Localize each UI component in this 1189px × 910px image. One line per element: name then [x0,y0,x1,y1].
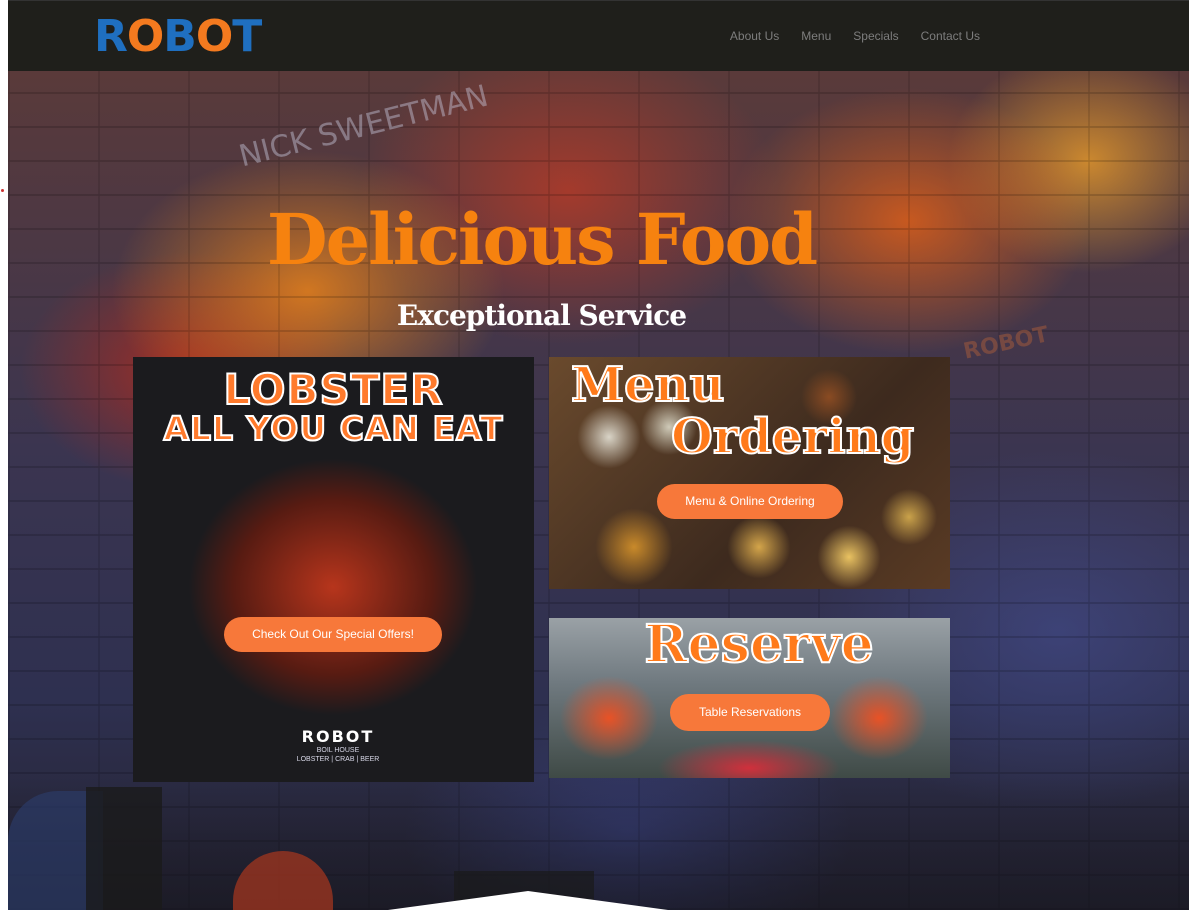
lobster-specials-card[interactable]: LOBSTER ALL YOU CAN EAT Check Out Our Sp… [133,357,534,782]
nav-about-us[interactable]: About Us [730,29,779,43]
nav-contact-us[interactable]: Contact Us [921,29,980,43]
menu-title: Menu [570,357,725,414]
main-nav: About Us Menu Specials Contact Us [730,29,980,43]
boil-house-sub: BOIL HOUSE [316,747,360,754]
hero-title: Delicious Food [266,198,818,281]
reserve-card[interactable]: Reserve Table Reservations [549,618,950,778]
boil-house-tagline: LOBSTER | CRAB | BEER [296,756,380,763]
stray-dot [1,189,4,192]
page-frame: ROBOT About Us Menu Specials Contact Us … [8,0,1189,910]
logo-text: ROBOT [94,11,262,62]
hero-subtitle: Exceptional Service [396,299,687,332]
nav-menu[interactable]: Menu [801,29,831,43]
boil-house-logo: ROBOT BOIL HOUSE LOBSTER | CRAB | BEER [263,727,413,763]
menu-online-ordering-button[interactable]: Menu & Online Ordering [657,484,843,519]
floor-shadow [8,776,1189,910]
table-reservations-button[interactable]: Table Reservations [670,694,830,731]
special-offers-button[interactable]: Check Out Our Special Offers! [224,617,442,652]
menu-board [86,787,162,910]
ordering-title: Ordering [670,408,915,466]
site-header: ROBOT About Us Menu Specials Contact Us [8,0,1189,71]
all-you-can-eat-title: ALL YOU CAN EAT [162,408,504,449]
boil-house-brand: ROBOT [301,727,375,746]
lobster-title: LOBSTER [223,364,444,415]
menu-ordering-card[interactable]: Menu Ordering Menu & Online Ordering [549,357,950,589]
nav-specials[interactable]: Specials [853,29,898,43]
robot-logo[interactable]: ROBOT [94,11,262,62]
hero-section: NICK SWEETMAN ROBOT Delicious Food Excep… [8,71,1189,910]
section-divider [388,891,668,910]
reserve-title: Reserve [643,618,874,676]
